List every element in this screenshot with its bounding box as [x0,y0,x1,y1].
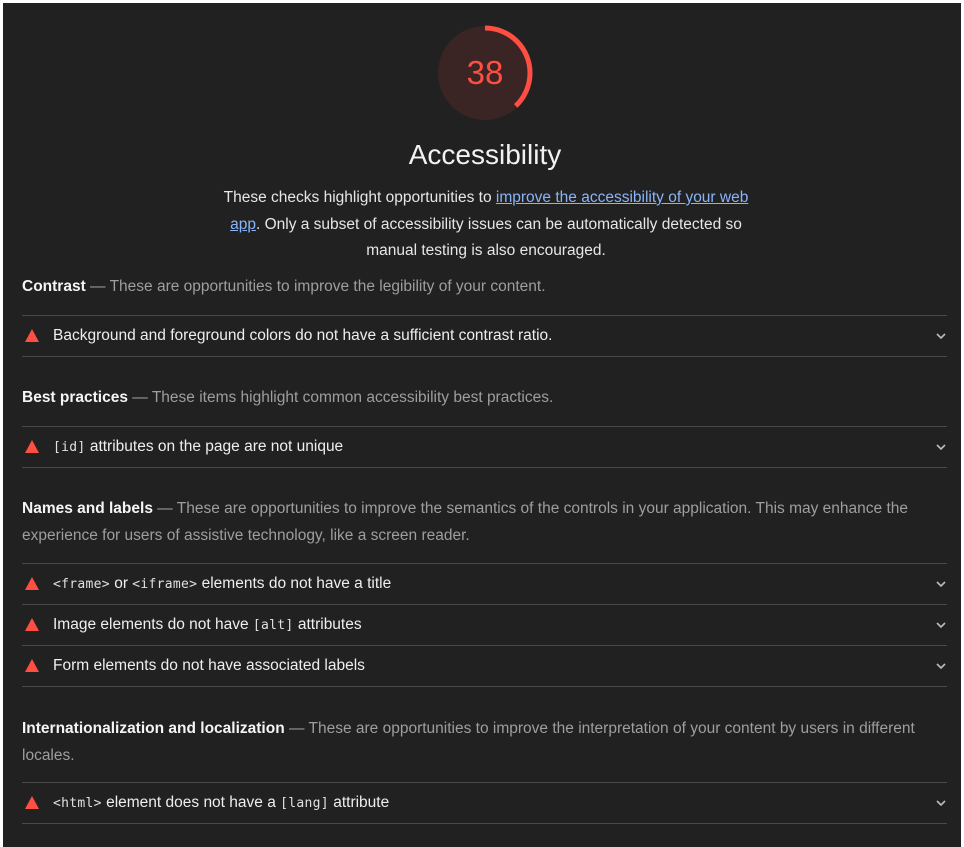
audit-title: Form elements do not have associated lab… [53,646,365,686]
audit-list-names-and-labels: <frame> or <iframe> elements do not have… [22,563,947,687]
chevron-down-icon[interactable] [935,441,947,453]
warning-triangle-icon [25,659,39,672]
group-header-names-and-labels: Names and labels — These are opportuniti… [22,495,942,549]
audit-text-fragment: attributes [293,616,362,633]
audit-title: <html> element does not have a [lang] at… [53,783,389,824]
audit-code-fragment: <frame> [53,577,110,592]
group-title: Names and labels [22,500,153,517]
chevron-down-icon[interactable] [935,330,947,342]
audit-code-fragment: [lang] [280,796,329,811]
warning-triangle-icon [25,329,39,342]
audit-text-fragment: or [109,575,133,592]
audit-text-fragment: elements do not have a title [197,575,392,592]
group-title: Internationalization and localization [22,720,285,737]
chevron-down-icon[interactable] [935,797,947,809]
group-title: Best practices [22,389,128,406]
report-panel: 38 Accessibility These checks highlight … [3,3,961,847]
audit-row[interactable]: Background and foreground colors do not … [22,316,947,357]
audit-text-fragment: element does not have a [101,794,281,811]
group-header-best-practices: Best practices — These items highlight c… [22,384,942,411]
chevron-down-icon[interactable] [935,578,947,590]
description-text-after: . Only a subset of accessibility issues … [255,215,742,260]
group-header-internationalization: Internationalization and localization — … [22,715,942,769]
audit-text-fragment: Form elements do not have associated lab… [53,657,365,674]
audit-title: Image elements do not have [alt] attribu… [53,605,362,646]
category-description: These checks highlight opportunities to … [221,185,751,265]
audit-text-fragment: attribute [328,794,390,811]
audit-title: <frame> or <iframe> elements do not have… [53,564,391,605]
audit-list-internationalization: <html> element does not have a [lang] at… [22,782,947,824]
chevron-down-icon[interactable] [935,619,947,631]
group-description: These are opportunities to improve the l… [109,278,546,295]
audit-row[interactable]: Form elements do not have associated lab… [22,646,947,687]
audit-list-best-practices: [id] attributes on the page are not uniq… [22,426,947,468]
warning-triangle-icon [25,618,39,631]
audit-row[interactable]: [id] attributes on the page are not uniq… [22,427,947,468]
score-gauge: 38 [435,23,535,123]
description-text-before: These checks highlight opportunities to [223,189,496,206]
audit-text-fragment: attributes on the page are not unique [85,438,344,455]
group-separator: — [152,500,177,517]
group-description: These items highlight common accessibili… [151,389,554,406]
category-title: Accessibility [408,139,562,170]
group-separator: — [284,720,309,737]
audit-title: [id] attributes on the page are not uniq… [53,427,343,468]
audit-code-fragment: [id] [53,440,86,455]
audit-list-contrast: Background and foreground colors do not … [22,315,947,357]
group-header-contrast: Contrast — These are opportunities to im… [22,273,942,300]
score-value: 38 [466,54,504,91]
audit-row[interactable]: <html> element does not have a [lang] at… [22,783,947,824]
audit-text-fragment: Image elements do not have [53,616,253,633]
warning-triangle-icon [25,577,39,590]
audit-code-fragment: [alt] [252,618,294,633]
warning-triangle-icon [25,440,39,453]
group-separator: — [127,389,152,406]
group-separator: — [85,278,110,295]
group-title: Contrast [22,278,86,295]
audit-code-fragment: <html> [53,796,102,811]
audit-code-fragment: <iframe> [132,577,198,592]
chevron-down-icon[interactable] [935,660,947,672]
audit-title: Background and foreground colors do not … [53,316,552,356]
audit-row[interactable]: Image elements do not have [alt] attribu… [22,605,947,646]
warning-triangle-icon [25,796,39,809]
audit-text-fragment: Background and foreground colors do not … [53,327,553,344]
audit-row[interactable]: <frame> or <iframe> elements do not have… [22,564,947,605]
